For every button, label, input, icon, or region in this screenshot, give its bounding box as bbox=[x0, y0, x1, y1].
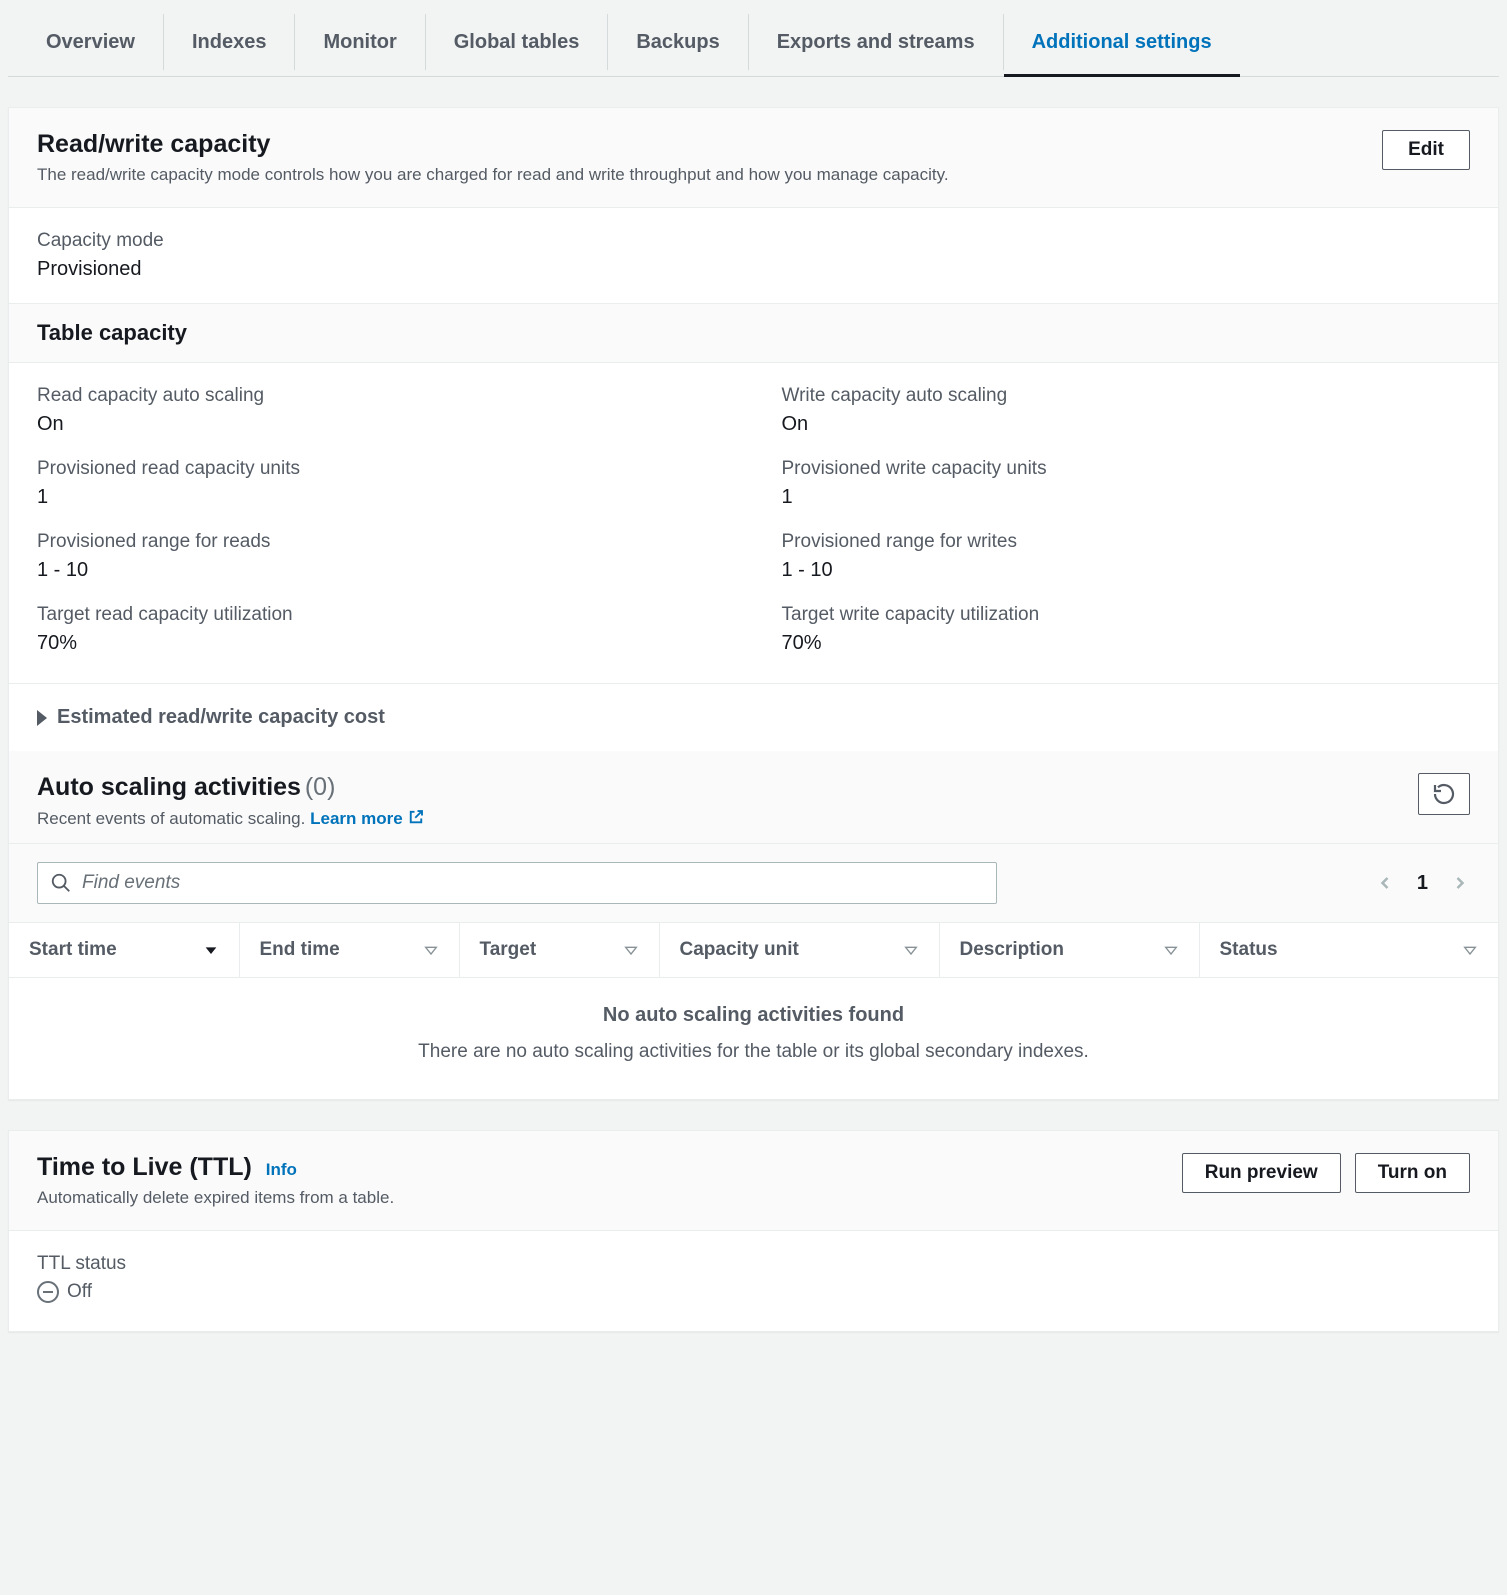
col-status[interactable]: Status bbox=[1199, 923, 1498, 978]
col-capacity-unit[interactable]: Capacity unit bbox=[659, 923, 939, 978]
empty-title: No auto scaling activities found bbox=[9, 1004, 1498, 1027]
col-capacity-unit-label: Capacity unit bbox=[680, 939, 799, 961]
capacity-mode-label: Capacity mode bbox=[37, 230, 1470, 252]
tab-backups[interactable]: Backups bbox=[608, 14, 748, 70]
autoscaling-description: Recent events of automatic scaling. bbox=[37, 809, 305, 828]
sort-desc-icon bbox=[203, 942, 219, 958]
write-autoscale-label: Write capacity auto scaling bbox=[782, 385, 1471, 407]
write-provisioned-label: Provisioned write capacity units bbox=[782, 458, 1471, 480]
autoscaling-title: Auto scaling activities bbox=[37, 773, 301, 801]
empty-subtitle: There are no auto scaling activities for… bbox=[9, 1041, 1498, 1063]
read-provisioned-value: 1 bbox=[37, 486, 726, 509]
col-target-label: Target bbox=[480, 939, 537, 961]
learn-more-label: Learn more bbox=[310, 809, 403, 828]
write-column: Write capacity auto scaling On Provision… bbox=[754, 363, 1499, 683]
write-target-value: 70% bbox=[782, 632, 1471, 655]
ttl-panel: Time to Live (TTL) Info Automatically de… bbox=[8, 1130, 1499, 1332]
ttl-status-value: Off bbox=[67, 1281, 92, 1303]
sort-icon bbox=[623, 942, 639, 958]
sort-icon bbox=[903, 942, 919, 958]
capacity-header: Read/write capacity The read/write capac… bbox=[9, 108, 1498, 208]
tab-exports[interactable]: Exports and streams bbox=[749, 14, 1004, 70]
ttl-body: TTL status Off bbox=[9, 1231, 1498, 1331]
tab-bar: Overview Indexes Monitor Global tables B… bbox=[8, 8, 1499, 77]
sort-icon bbox=[423, 942, 439, 958]
read-target-label: Target read capacity utilization bbox=[37, 604, 726, 626]
autoscaling-toolbar: 1 bbox=[9, 844, 1498, 923]
caret-right-icon bbox=[37, 710, 47, 726]
table-capacity-grid: Read capacity auto scaling On Provisione… bbox=[9, 363, 1498, 683]
chevron-right-icon bbox=[1450, 873, 1470, 893]
capacity-description: The read/write capacity mode controls ho… bbox=[37, 165, 949, 185]
capacity-panel: Read/write capacity The read/write capac… bbox=[8, 107, 1499, 1100]
read-provisioned-label: Provisioned read capacity units bbox=[37, 458, 726, 480]
read-autoscale-value: On bbox=[37, 413, 726, 436]
page-number: 1 bbox=[1417, 872, 1428, 895]
col-status-label: Status bbox=[1220, 939, 1278, 961]
table-capacity-title: Table capacity bbox=[9, 304, 1498, 363]
read-target-value: 70% bbox=[37, 632, 726, 655]
col-description[interactable]: Description bbox=[939, 923, 1199, 978]
tab-overview[interactable]: Overview bbox=[18, 14, 164, 70]
write-provisioned-value: 1 bbox=[782, 486, 1471, 509]
status-off-icon bbox=[37, 1281, 59, 1303]
search-input[interactable] bbox=[82, 872, 984, 894]
search-icon bbox=[50, 872, 72, 894]
write-autoscale-value: On bbox=[782, 413, 1471, 436]
sort-icon bbox=[1462, 942, 1478, 958]
tab-additional-settings[interactable]: Additional settings bbox=[1004, 14, 1240, 70]
external-link-icon bbox=[407, 808, 425, 826]
ttl-info-link[interactable]: Info bbox=[266, 1160, 297, 1179]
ttl-status-label: TTL status bbox=[37, 1253, 1470, 1275]
ttl-title: Time to Live (TTL) bbox=[37, 1153, 252, 1182]
tab-global-tables[interactable]: Global tables bbox=[426, 14, 609, 70]
run-preview-button[interactable]: Run preview bbox=[1182, 1153, 1341, 1193]
read-autoscale-label: Read capacity auto scaling bbox=[37, 385, 726, 407]
write-range-label: Provisioned range for writes bbox=[782, 531, 1471, 553]
capacity-mode-section: Capacity mode Provisioned bbox=[9, 208, 1498, 304]
capacity-title: Read/write capacity bbox=[37, 130, 949, 159]
col-end-time-label: End time bbox=[260, 939, 340, 961]
col-target[interactable]: Target bbox=[459, 923, 659, 978]
search-box[interactable] bbox=[37, 862, 997, 904]
prev-page-button[interactable] bbox=[1375, 873, 1395, 893]
pagination: 1 bbox=[1375, 872, 1470, 895]
turn-on-button[interactable]: Turn on bbox=[1355, 1153, 1470, 1193]
read-column: Read capacity auto scaling On Provisione… bbox=[9, 363, 754, 683]
refresh-button[interactable] bbox=[1418, 773, 1470, 815]
write-range-value: 1 - 10 bbox=[782, 559, 1471, 582]
tab-indexes[interactable]: Indexes bbox=[164, 14, 295, 70]
estimated-cost-toggle[interactable]: Estimated read/write capacity cost bbox=[9, 683, 1498, 751]
ttl-header: Time to Live (TTL) Info Automatically de… bbox=[9, 1131, 1498, 1231]
col-description-label: Description bbox=[960, 939, 1065, 961]
next-page-button[interactable] bbox=[1450, 873, 1470, 893]
activities-table: Start time End time Target Capacity unit… bbox=[9, 923, 1498, 978]
chevron-left-icon bbox=[1375, 873, 1395, 893]
autoscaling-header: Auto scaling activities (0) Recent event… bbox=[9, 751, 1498, 844]
empty-state: No auto scaling activities found There a… bbox=[9, 978, 1498, 1099]
estimated-cost-label: Estimated read/write capacity cost bbox=[57, 706, 385, 729]
read-range-label: Provisioned range for reads bbox=[37, 531, 726, 553]
write-target-label: Target write capacity utilization bbox=[782, 604, 1471, 626]
edit-button[interactable]: Edit bbox=[1382, 130, 1470, 170]
refresh-icon bbox=[1432, 782, 1456, 806]
ttl-description: Automatically delete expired items from … bbox=[37, 1188, 394, 1208]
autoscaling-count: (0) bbox=[305, 773, 336, 801]
capacity-mode-value: Provisioned bbox=[37, 258, 1470, 281]
col-end-time[interactable]: End time bbox=[239, 923, 459, 978]
tab-monitor[interactable]: Monitor bbox=[295, 14, 425, 70]
read-range-value: 1 - 10 bbox=[37, 559, 726, 582]
col-start-time-label: Start time bbox=[29, 939, 117, 961]
learn-more-link[interactable]: Learn more bbox=[310, 809, 425, 828]
sort-icon bbox=[1163, 942, 1179, 958]
col-start-time[interactable]: Start time bbox=[9, 923, 239, 978]
